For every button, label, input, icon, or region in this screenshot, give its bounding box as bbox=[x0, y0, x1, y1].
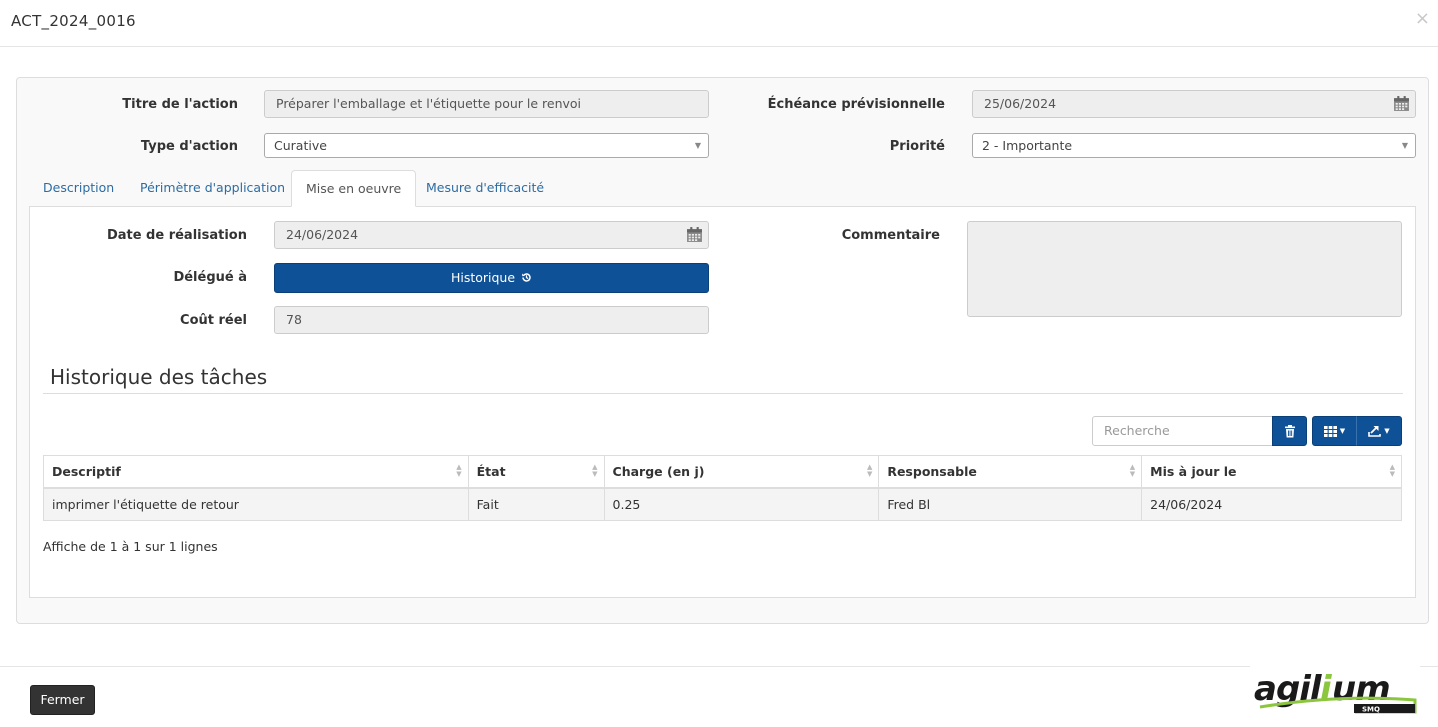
sort-icon: ▲ ▼ bbox=[592, 463, 598, 478]
date-realisation-label: Date de réalisation bbox=[106, 228, 247, 243]
modal-title: ACT_2024_0016 bbox=[11, 12, 136, 30]
tab-description[interactable]: Description bbox=[29, 170, 128, 207]
column-header-descriptif[interactable]: Descriptif ▲ ▼ bbox=[43, 455, 469, 489]
divider bbox=[43, 393, 1403, 394]
caret-down-icon: ▼ bbox=[1339, 427, 1346, 435]
titre-label: Titre de l'action bbox=[122, 97, 238, 112]
sort-icon: ▲ ▼ bbox=[456, 463, 462, 478]
action-panel: Titre de l'action Préparer l'emballage e… bbox=[16, 77, 1429, 624]
tasks-table: Descriptif ▲ ▼ État ▲ ▼ Charge (en j) ▲ ▼ Resp… bbox=[43, 455, 1402, 521]
table-cell: 0.25 bbox=[603, 487, 880, 521]
column-header-label: Mis à jour le bbox=[1150, 463, 1237, 479]
type-label: Type d'action bbox=[140, 139, 238, 154]
cout-label: Coût réel bbox=[180, 313, 247, 328]
table-cell: Fred Bl bbox=[878, 487, 1143, 521]
export-button[interactable]: ▼ bbox=[1356, 416, 1402, 446]
calendar-icon[interactable] bbox=[1393, 95, 1410, 112]
column-header-etat[interactable]: État ▲ ▼ bbox=[467, 455, 605, 489]
column-header-label: Charge (en j) bbox=[612, 463, 705, 479]
historique-button[interactable]: Historique bbox=[274, 263, 709, 293]
priorite-value: 2 - Importante bbox=[982, 138, 1073, 153]
titre-field[interactable]: Préparer l'emballage et l'étiquette pour… bbox=[264, 90, 709, 118]
date-realisation-field[interactable]: 24/06/2024 bbox=[274, 221, 709, 249]
date-realisation-value: 24/06/2024 bbox=[286, 227, 359, 242]
agilium-logo-image: agil i um SMQ bbox=[1254, 669, 1417, 714]
tab-perimetre[interactable]: Périmètre d'application bbox=[126, 170, 299, 207]
sort-icon: ▲ ▼ bbox=[1129, 463, 1136, 478]
modal-header: ACT_2024_0016 × bbox=[0, 0, 1438, 47]
tab-content-mise-en-oeuvre: Date de réalisation 24/06/2024 Délégué à… bbox=[29, 206, 1416, 598]
cout-field[interactable]: 78 bbox=[274, 306, 709, 334]
delegue-label: Délégué à bbox=[173, 270, 247, 285]
footer-divider bbox=[0, 666, 1438, 667]
calendar-icon[interactable] bbox=[686, 226, 703, 243]
table-cell: imprimer l'étiquette de retour bbox=[43, 487, 469, 521]
columns-button[interactable]: ▼ bbox=[1312, 416, 1357, 446]
table-row[interactable]: imprimer l'étiquette de retour Fait 0.25… bbox=[43, 487, 1402, 521]
sort-icon: ▲ ▼ bbox=[1389, 463, 1395, 478]
priorite-select[interactable]: 2 - Importante ▼ bbox=[972, 133, 1416, 158]
tab-mesure-efficacite[interactable]: Mesure d'efficacité bbox=[412, 170, 558, 207]
column-header-responsable[interactable]: Responsable ▲ ▼ bbox=[878, 455, 1143, 489]
table-header-row: Descriptif ▲ ▼ État ▲ ▼ Charge (en j) ▲ ▼ Resp… bbox=[43, 455, 1402, 489]
historique-title: Historique des tâches bbox=[50, 365, 268, 389]
column-header-mis-a-jour[interactable]: Mis à jour le ▲ ▼ bbox=[1141, 455, 1402, 489]
svg-text:um: um bbox=[1332, 669, 1390, 709]
chevron-down-icon: ▼ bbox=[1401, 141, 1408, 150]
sort-icon: ▲ ▼ bbox=[866, 463, 873, 478]
commentaire-label: Commentaire bbox=[841, 228, 940, 243]
commentaire-textarea[interactable] bbox=[967, 221, 1402, 317]
echeance-label: Échéance prévisionnelle bbox=[767, 97, 945, 112]
close-button[interactable]: Fermer bbox=[30, 685, 95, 715]
column-header-charge[interactable]: Charge (en j) ▲ ▼ bbox=[603, 455, 880, 489]
export-icon bbox=[1368, 426, 1382, 437]
svg-text:SMQ: SMQ bbox=[1362, 706, 1380, 714]
type-value: Curative bbox=[274, 138, 327, 153]
close-icon[interactable]: × bbox=[1415, 8, 1430, 29]
type-select[interactable]: Curative ▼ bbox=[264, 133, 709, 158]
table-cell: Fait bbox=[467, 487, 605, 521]
history-icon bbox=[522, 273, 531, 282]
column-header-label: État bbox=[476, 463, 506, 479]
column-header-label: Responsable bbox=[887, 463, 977, 479]
table-cell: 24/06/2024 bbox=[1141, 487, 1402, 521]
columns-icon bbox=[1323, 425, 1337, 437]
agilium-logo: agil i um SMQ bbox=[1250, 664, 1420, 722]
historique-button-label: Historique bbox=[450, 270, 516, 285]
tab-mise-en-oeuvre[interactable]: Mise en oeuvre bbox=[291, 170, 417, 207]
clear-search-button[interactable] bbox=[1272, 416, 1307, 446]
echeance-field[interactable]: 25/06/2024 bbox=[972, 90, 1416, 118]
column-header-label: Descriptif bbox=[52, 463, 121, 479]
trash-icon bbox=[1284, 424, 1295, 437]
caret-down-icon: ▼ bbox=[1384, 427, 1390, 435]
pagination-info: Affiche de 1 à 1 sur 1 lignes bbox=[43, 539, 218, 554]
chevron-down-icon: ▼ bbox=[694, 141, 701, 150]
echeance-value: 25/06/2024 bbox=[984, 96, 1057, 111]
priorite-label: Priorité bbox=[889, 139, 945, 154]
search-input[interactable]: Recherche bbox=[1092, 416, 1273, 446]
